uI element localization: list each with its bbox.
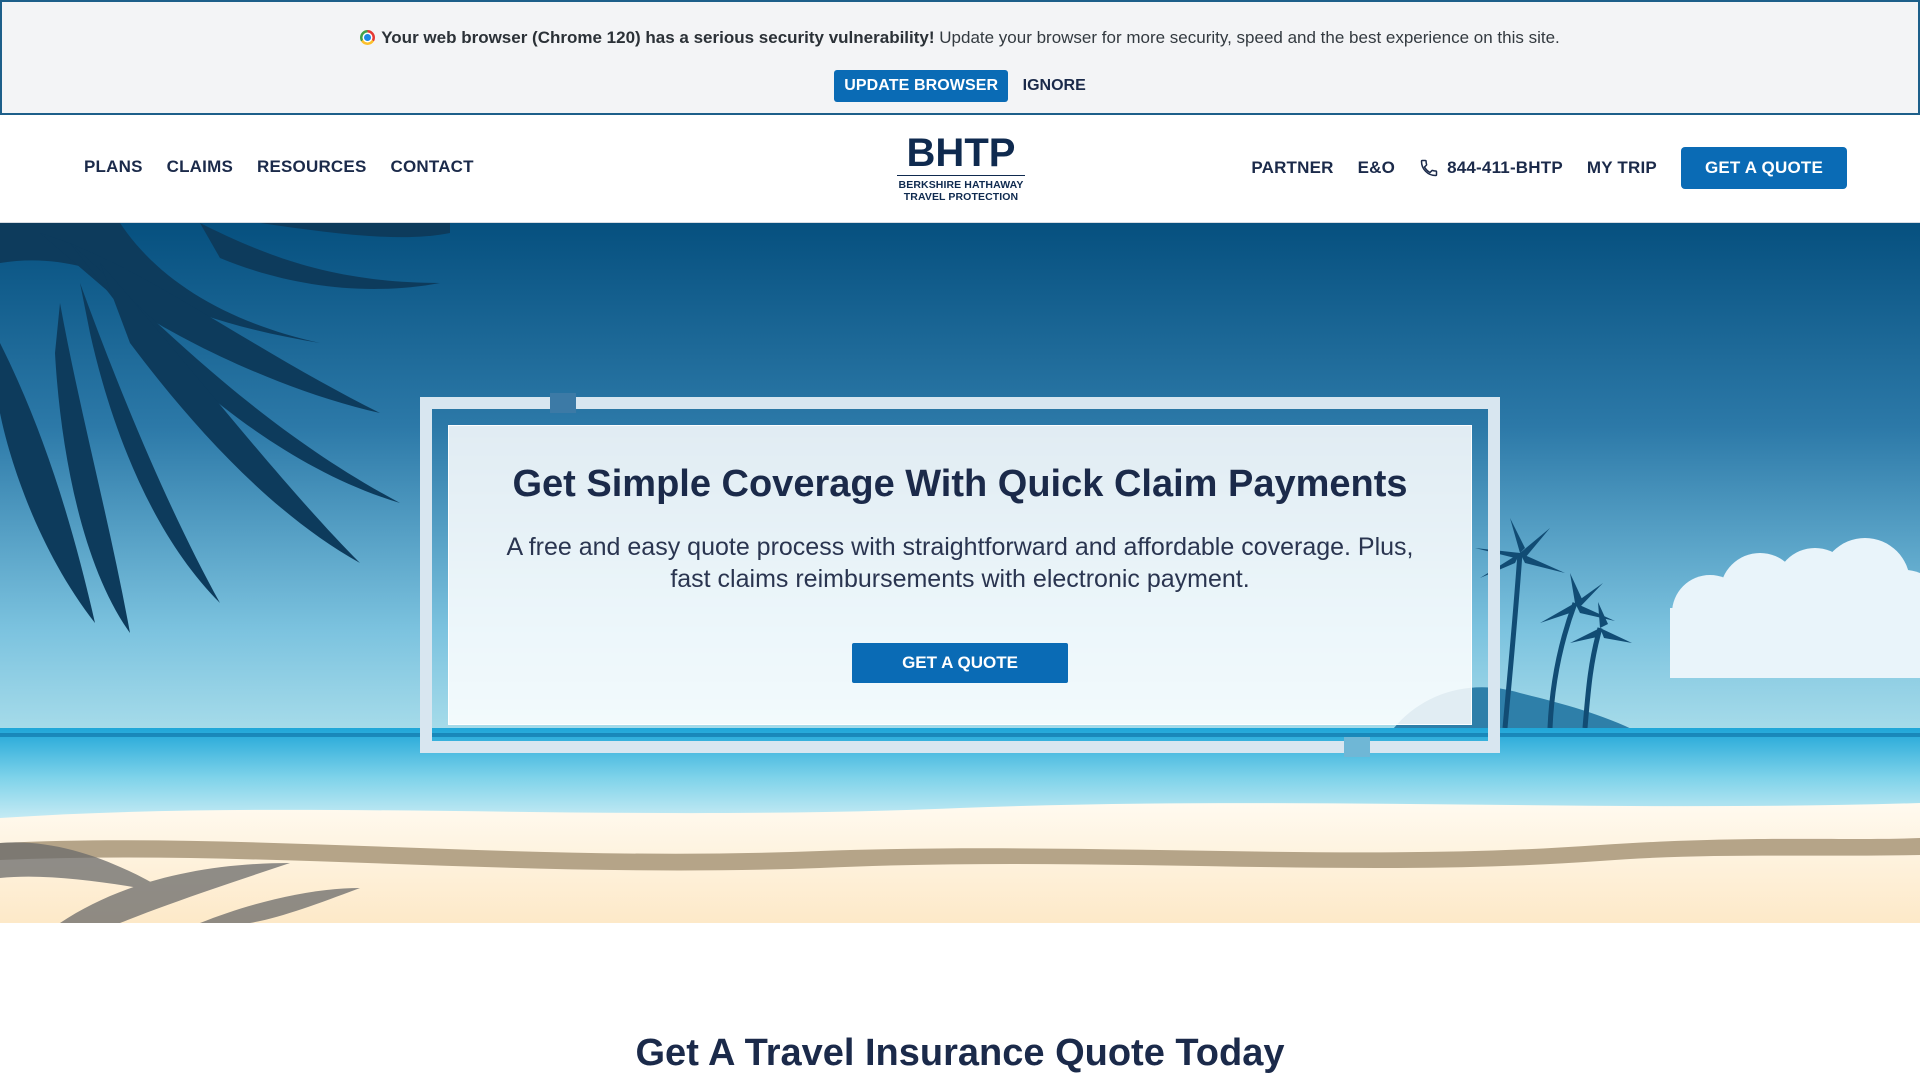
ignore-button[interactable]: IGNORE [1023, 77, 1086, 95]
nav-partner[interactable]: PARTNER [1251, 158, 1333, 178]
hero-frame-gap [1344, 737, 1370, 757]
primary-nav: PLANS CLAIMS RESOURCES CONTACT [84, 157, 474, 177]
secondary-nav: PARTNER E&O 844-411-BHTP MY TRIP GET A Q… [1251, 147, 1847, 189]
update-browser-button[interactable]: UPDATE BROWSER [834, 70, 1009, 102]
phone-link[interactable]: 844-411-BHTP [1419, 158, 1563, 178]
browser-update-banner: Your web browser (Chrome 120) has a seri… [0, 0, 1920, 115]
logo-line-2: TRAVEL PROTECTION [903, 191, 1019, 203]
update-message: Your web browser (Chrome 120) has a seri… [2, 28, 1918, 48]
phone-number: 844-411-BHTP [1447, 158, 1563, 177]
header-get-quote-button[interactable]: GET A QUOTE [1680, 147, 1847, 189]
nav-eo[interactable]: E&O [1358, 158, 1395, 178]
logo-divider [897, 175, 1025, 176]
logo-line-1: BERKSHIRE HATHAWAY [898, 179, 1024, 191]
hero-title: Get Simple Coverage With Quick Claim Pay… [512, 463, 1408, 505]
update-warning-bold: Your web browser (Chrome 120) has a seri… [381, 28, 935, 47]
nav-plans[interactable]: PLANS [84, 157, 143, 177]
chrome-icon [360, 30, 376, 45]
site-header: PLANS CLAIMS RESOURCES CONTACT BHTP BERK… [0, 115, 1920, 223]
nav-contact[interactable]: CONTACT [391, 157, 474, 177]
hero-get-quote-button[interactable]: GET A QUOTE [852, 643, 1068, 683]
update-actions: UPDATE BROWSER IGNORE [2, 70, 1918, 102]
update-warning-text: Update your browser for more security, s… [934, 28, 1560, 47]
nav-my-trip[interactable]: MY TRIP [1587, 158, 1657, 178]
nav-claims[interactable]: CLAIMS [167, 157, 233, 177]
phone-icon [1420, 159, 1438, 177]
hero-subtitle: A free and easy quote process with strai… [506, 533, 1414, 593]
bhtp-logo[interactable]: BHTP BERKSHIRE HATHAWAY TRAVEL PROTECTIO… [893, 133, 1029, 203]
logo-mark: BHTP [906, 131, 1016, 175]
hero-frame-gap [550, 393, 576, 413]
hero-section: Get Simple Coverage With Quick Claim Pay… [0, 223, 1920, 923]
nav-resources[interactable]: RESOURCES [257, 157, 367, 177]
quote-section-heading: Get A Travel Insurance Quote Today [635, 1032, 1285, 1074]
